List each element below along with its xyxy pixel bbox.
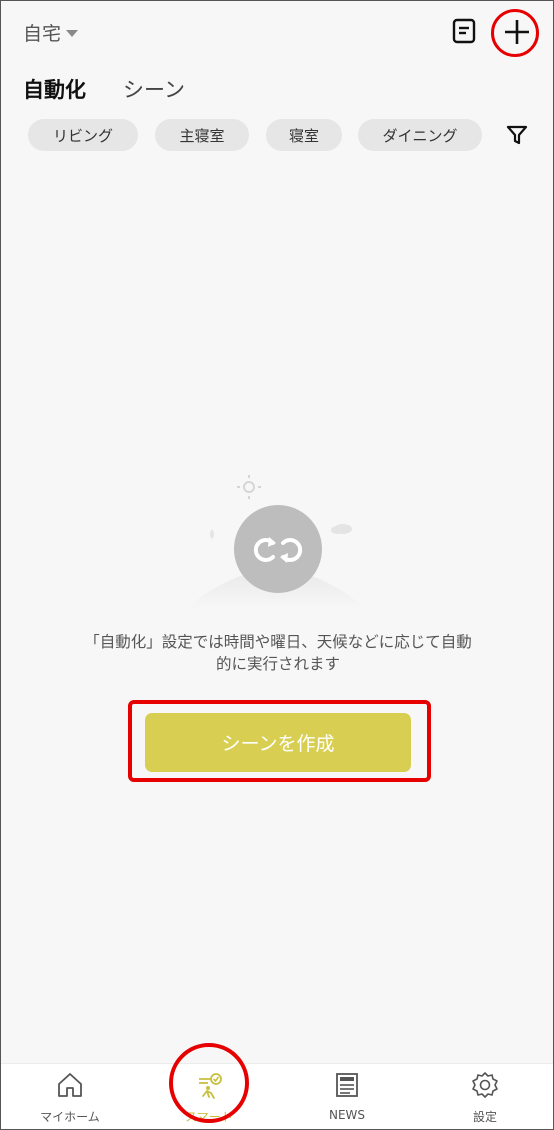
annotation-circle-smart [169, 1043, 249, 1123]
annotation-circle-add [491, 9, 539, 57]
annotation-rect-create [128, 700, 431, 782]
empty-state-message: 「自動化」設定では時間や曜日、天候などに応じて自動 的に実行されます [31, 631, 525, 675]
room-chip-living[interactable]: リビング [28, 119, 138, 151]
tab-scene[interactable]: シーン [123, 74, 185, 104]
nav-label-settings: 設定 [472, 1110, 497, 1124]
caret-down-icon [66, 30, 79, 37]
room-chip-dining[interactable]: ダイニング [358, 119, 482, 151]
nav-item-my-home[interactable]: マイホーム [20, 1070, 120, 1125]
automation-illustration [186, 475, 366, 609]
room-chip-master-bedroom[interactable]: 主寝室 [155, 119, 249, 151]
bottom-nav: マイホーム スマート NEWS 設定 [1, 1063, 553, 1129]
nav-label-my-home: マイホーム [40, 1110, 100, 1124]
tab-automation[interactable]: 自動化 [23, 74, 86, 104]
nav-item-settings[interactable]: 設定 [435, 1070, 535, 1125]
home-selector[interactable]: 自宅 [23, 19, 79, 46]
gear-icon [472, 1072, 498, 1098]
nav-label-news: NEWS [328, 1108, 366, 1122]
empty-state-line-1: 「自動化」設定では時間や曜日、天候などに応じて自動 [84, 633, 472, 651]
home-icon [58, 1073, 82, 1097]
app-screen: 自宅 自動化 シーン リビング 主寝室 寝室 ダイニング 「自動化」設定では時間… [0, 0, 554, 1130]
news-icon [336, 1073, 358, 1097]
nav-item-news[interactable]: NEWS [297, 1070, 397, 1122]
room-chip-bedroom[interactable]: 寝室 [266, 119, 342, 151]
filter-icon[interactable] [506, 124, 528, 146]
empty-state-line-2: 的に実行されます [215, 655, 340, 673]
home-name: 自宅 [23, 23, 62, 45]
log-icon[interactable] [452, 18, 476, 44]
